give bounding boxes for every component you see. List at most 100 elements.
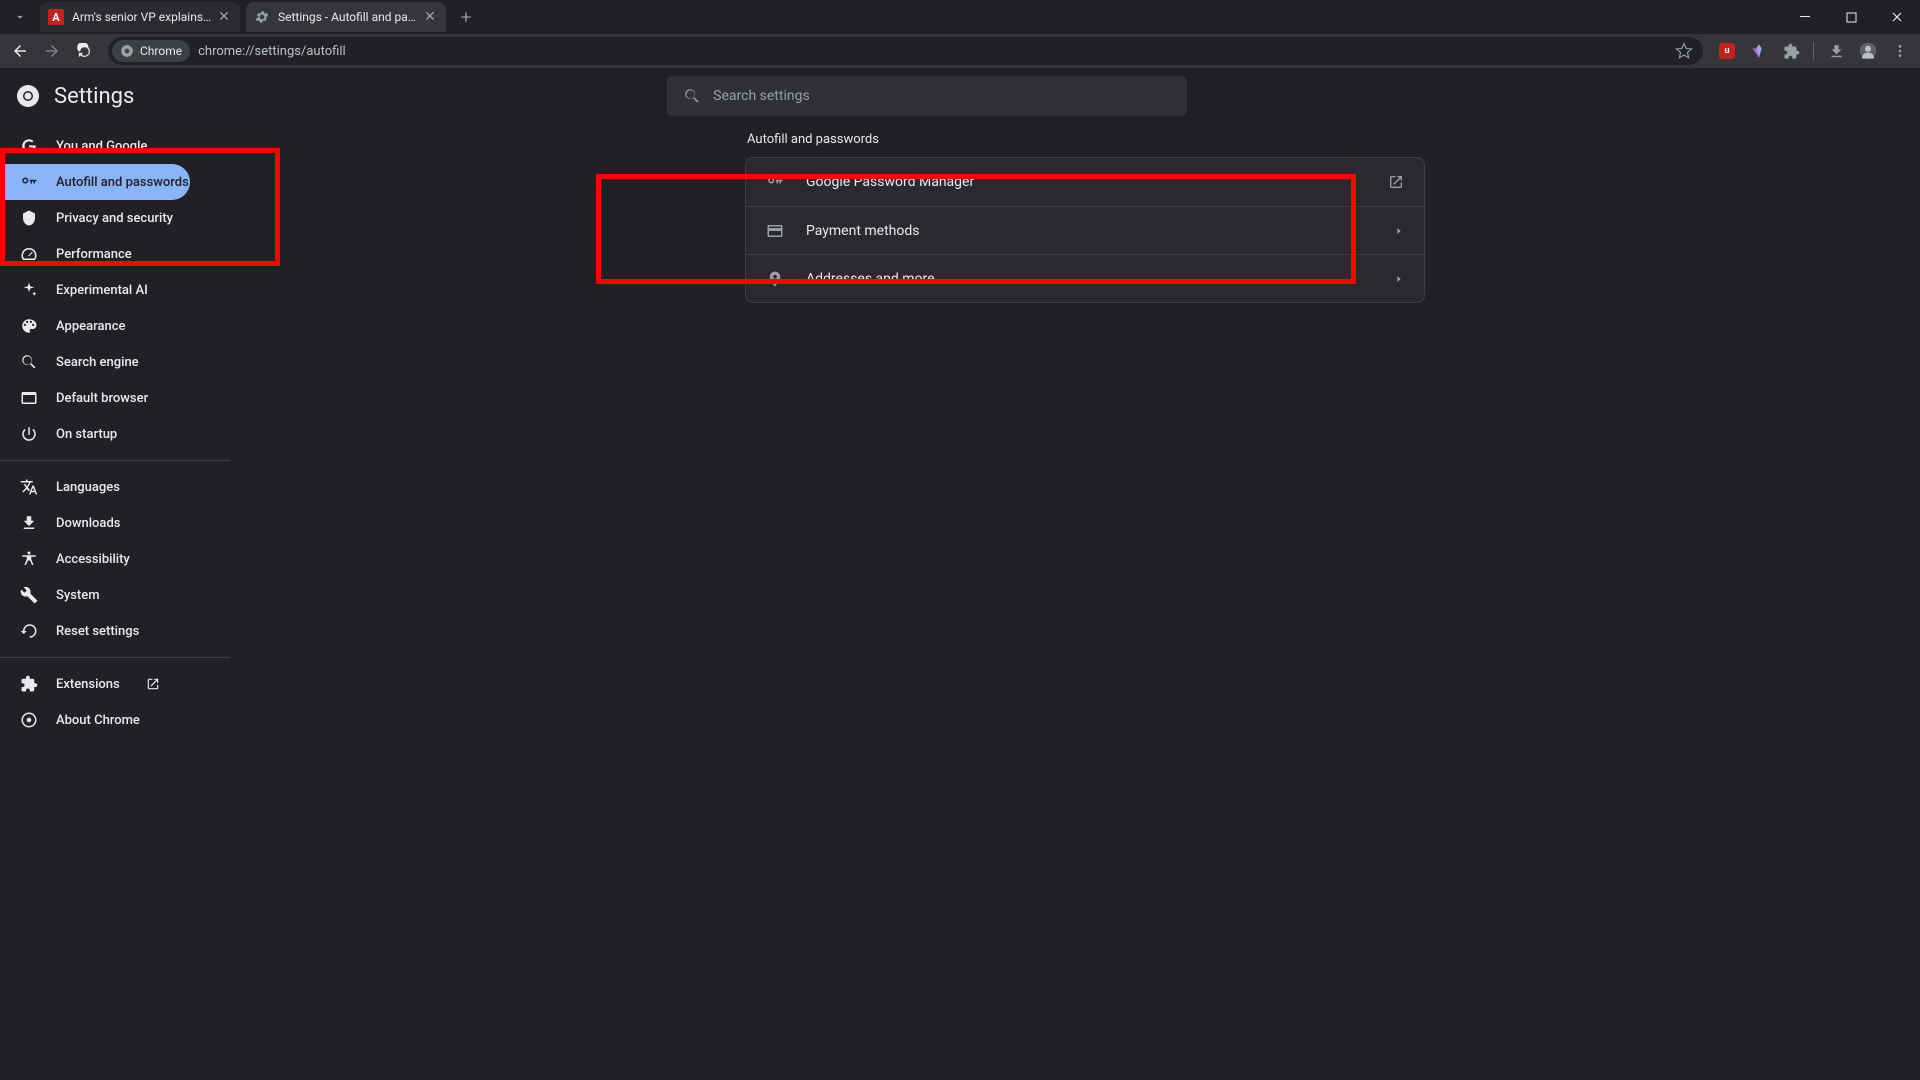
tab-search-dropdown[interactable] [6, 3, 34, 31]
chip-label: Chrome [140, 44, 182, 58]
back-button[interactable] [6, 37, 34, 65]
sidebar-item-experimental-ai[interactable]: Experimental AI [0, 272, 190, 308]
extension-ublock[interactable]: u [1713, 37, 1741, 65]
sidebar-item-label: Default browser [56, 391, 148, 406]
sidebar-item-you-and-google[interactable]: You and Google [0, 128, 190, 164]
sidebar-item-label: Privacy and security [56, 211, 173, 226]
sidebar-item-accessibility[interactable]: Accessibility [0, 541, 190, 577]
profile-button[interactable] [1854, 37, 1882, 65]
settings-sidebar: You and Google Autofill and passwords Pr… [0, 124, 250, 738]
sidebar-item-label: Appearance [56, 319, 125, 334]
search-icon [20, 353, 38, 371]
autofill-card: Google Password Manager Payment methods … [745, 157, 1425, 303]
settings-header: Settings Search settings [0, 68, 1920, 124]
sidebar-item-downloads[interactable]: Downloads [0, 505, 190, 541]
tab-settings[interactable]: Settings - Autofill and passwor ✕ [246, 2, 446, 32]
location-icon [766, 270, 786, 288]
sidebar-item-label: Languages [56, 480, 120, 495]
sidebar-item-languages[interactable]: Languages [0, 469, 190, 505]
sidebar-item-performance[interactable]: Performance [0, 236, 190, 272]
row-payment-methods[interactable]: Payment methods [746, 206, 1424, 254]
chrome-outline-icon [20, 711, 38, 729]
row-addresses[interactable]: Addresses and more [746, 254, 1424, 302]
sparkle-icon [20, 281, 38, 299]
row-password-manager[interactable]: Google Password Manager [746, 158, 1424, 206]
tab-arm[interactable]: A Arm's senior VP explains AI's tr ✕ [40, 2, 240, 32]
sidebar-item-appearance[interactable]: Appearance [0, 308, 190, 344]
sidebar-item-about[interactable]: About Chrome [0, 702, 190, 738]
toolbar-separator [1813, 42, 1814, 60]
extension-gem[interactable] [1745, 37, 1773, 65]
sidebar-item-privacy[interactable]: Privacy and security [0, 200, 190, 236]
arrow-right-icon [43, 42, 61, 60]
download-icon [20, 514, 38, 532]
sidebar-item-label: Performance [56, 247, 132, 262]
palette-icon [20, 317, 38, 335]
downloads-button[interactable] [1822, 37, 1850, 65]
sidebar-item-on-startup[interactable]: On startup [0, 416, 190, 452]
new-tab-button[interactable] [452, 3, 480, 31]
title-bar: A Arm's senior VP explains AI's tr ✕ Set… [0, 0, 1920, 34]
close-window-button[interactable] [1874, 0, 1920, 34]
section-title: Autofill and passwords [745, 132, 1425, 147]
external-link-icon [1388, 174, 1404, 190]
sidebar-item-default-browser[interactable]: Default browser [0, 380, 190, 416]
search-icon [683, 87, 701, 105]
credit-card-icon [766, 222, 786, 240]
restore-icon [20, 622, 38, 640]
sidebar-item-label: Accessibility [56, 552, 130, 567]
power-icon [20, 425, 38, 443]
reload-icon [76, 43, 93, 60]
row-label: Payment methods [806, 223, 1394, 239]
window-controls [1782, 0, 1920, 34]
settings-main: Autofill and passwords Google Password M… [250, 124, 1920, 738]
sidebar-item-label: Extensions [56, 677, 120, 692]
bookmark-button[interactable] [1675, 42, 1693, 60]
sidebar-item-autofill[interactable]: Autofill and passwords [0, 164, 190, 200]
url-text: chrome://settings/autofill [198, 44, 346, 59]
sidebar-separator [0, 657, 230, 658]
accessibility-icon [20, 550, 38, 568]
shield-icon [20, 209, 38, 227]
sidebar-item-label: Search engine [56, 355, 139, 370]
browser-icon [20, 389, 38, 407]
key-icon [766, 173, 786, 191]
sidebar-item-extensions[interactable]: Extensions [0, 666, 190, 702]
menu-button[interactable] [1886, 37, 1914, 65]
tab-favicon: A [48, 9, 64, 25]
star-icon [1675, 42, 1693, 60]
sidebar-item-label: Downloads [56, 516, 120, 531]
sidebar-item-reset[interactable]: Reset settings [0, 613, 190, 649]
tab-title: Arm's senior VP explains AI's tr [72, 10, 212, 24]
puzzle-icon [20, 675, 38, 693]
kebab-icon [1892, 43, 1908, 59]
close-icon[interactable]: ✕ [422, 9, 438, 25]
sidebar-item-label: You and Google [56, 139, 147, 154]
external-link-icon [146, 677, 160, 691]
arrow-left-icon [11, 42, 29, 60]
search-settings-input[interactable]: Search settings [667, 76, 1187, 116]
reload-button[interactable] [70, 37, 98, 65]
minimize-button[interactable] [1782, 0, 1828, 34]
sidebar-item-system[interactable]: System [0, 577, 190, 613]
maximize-button[interactable] [1828, 0, 1874, 34]
row-label: Addresses and more [806, 271, 1394, 287]
sidebar-item-label: Reset settings [56, 624, 139, 639]
search-placeholder: Search settings [713, 88, 810, 104]
site-chip[interactable]: Chrome [112, 40, 190, 62]
extensions-button[interactable] [1777, 37, 1805, 65]
chevron-right-icon [1394, 274, 1404, 284]
row-label: Google Password Manager [806, 174, 1388, 190]
plus-icon [458, 9, 474, 25]
sidebar-separator [0, 460, 230, 461]
puzzle-icon [1783, 43, 1800, 60]
sidebar-item-label: About Chrome [56, 713, 140, 728]
gem-icon [1751, 43, 1767, 59]
sidebar-item-search-engine[interactable]: Search engine [0, 344, 190, 380]
address-bar[interactable]: Chrome chrome://settings/autofill [108, 37, 1703, 65]
download-icon [1828, 43, 1845, 60]
forward-button[interactable] [38, 37, 66, 65]
close-icon[interactable]: ✕ [216, 9, 232, 25]
key-icon [20, 173, 38, 191]
translate-icon [20, 478, 38, 496]
